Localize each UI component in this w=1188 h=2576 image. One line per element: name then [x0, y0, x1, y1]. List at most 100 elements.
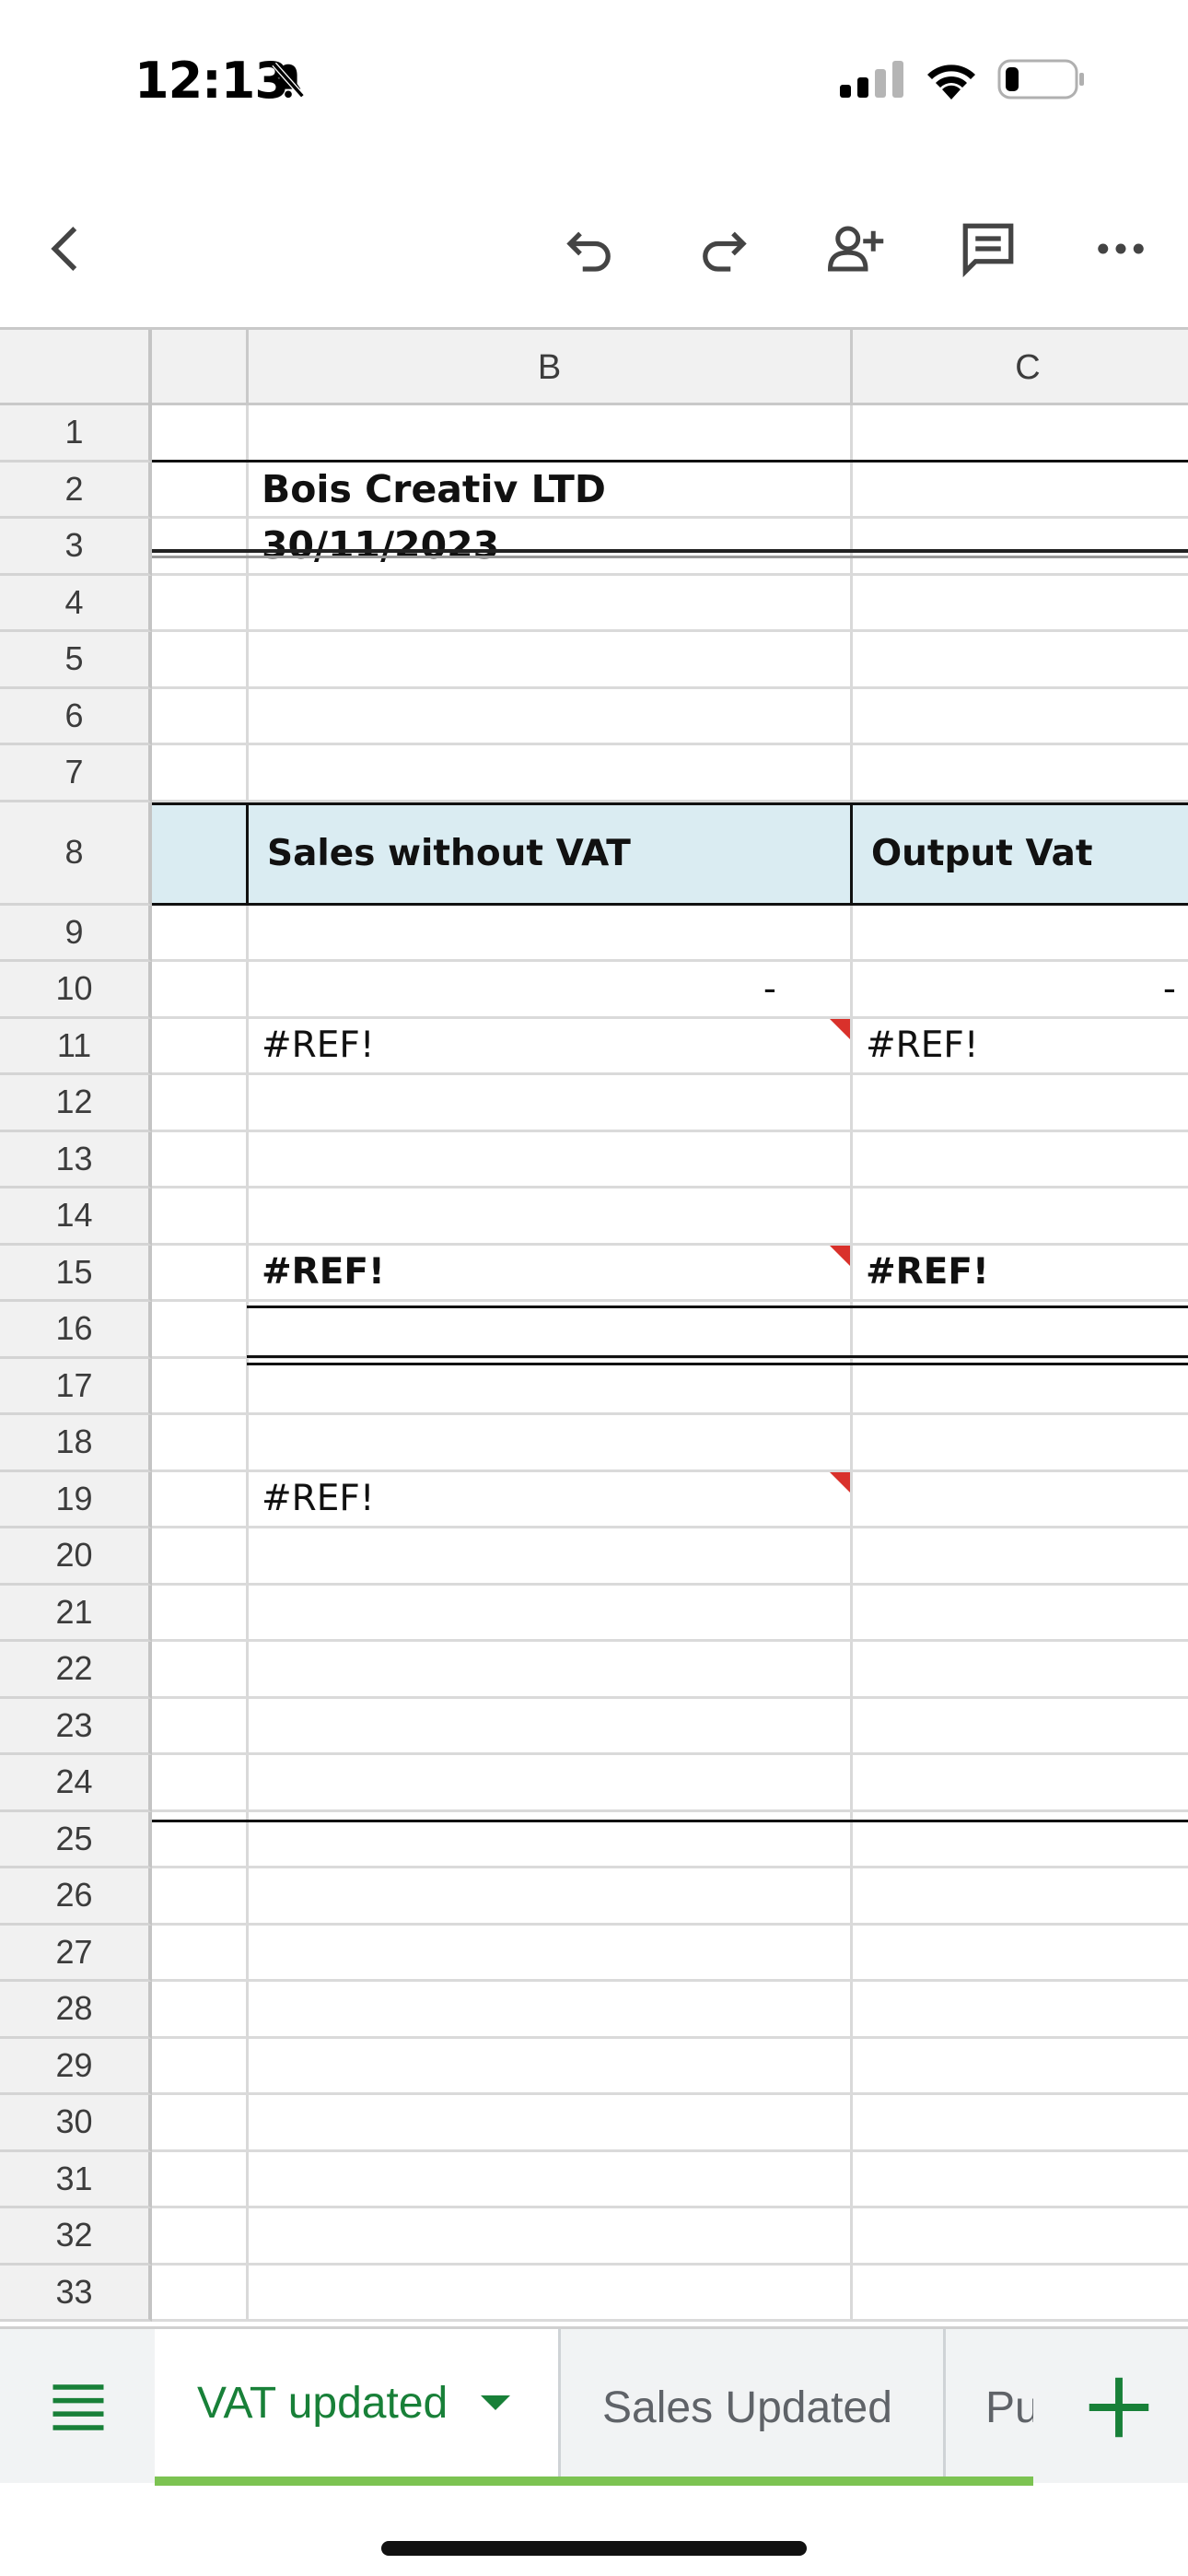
column-header-a[interactable] — [152, 330, 249, 405]
cell-c28[interactable] — [853, 1982, 1188, 2039]
cell-c2[interactable] — [853, 463, 1188, 519]
cell-c31[interactable] — [853, 2152, 1188, 2208]
row-number[interactable]: 30 — [0, 2095, 152, 2152]
cell-a7[interactable] — [152, 745, 249, 802]
cell-c3[interactable] — [853, 519, 1188, 576]
cell-c1[interactable] — [853, 405, 1188, 463]
cell-c29[interactable] — [853, 2039, 1188, 2095]
cell-b4[interactable] — [249, 575, 853, 632]
cell-b29[interactable] — [249, 2038, 853, 2095]
cell-b15[interactable]: #REF! — [249, 1245, 853, 1302]
row-number[interactable]: 10 — [0, 962, 152, 1019]
cell-b20[interactable] — [249, 1528, 853, 1586]
row-number[interactable]: 21 — [0, 1585, 152, 1642]
cell-a2[interactable] — [152, 462, 249, 519]
cell-a24[interactable] — [152, 1755, 249, 1812]
cell-b26[interactable] — [249, 1868, 853, 1926]
row-number[interactable]: 26 — [0, 1868, 152, 1926]
row-number[interactable]: 9 — [0, 905, 152, 962]
undo-button[interactable] — [549, 198, 632, 299]
cell-b12[interactable] — [249, 1075, 853, 1132]
cell-a17[interactable] — [152, 1358, 249, 1415]
row-number[interactable]: 1 — [0, 405, 152, 463]
row-number[interactable]: 31 — [0, 2151, 152, 2208]
cell-a19[interactable] — [152, 1471, 249, 1528]
cell-a18[interactable] — [152, 1415, 249, 1472]
back-button[interactable] — [26, 198, 109, 299]
cell-c18[interactable] — [853, 1415, 1188, 1472]
row-number[interactable]: 8 — [0, 802, 152, 906]
cell-a15[interactable] — [152, 1245, 249, 1302]
row-number[interactable]: 29 — [0, 2038, 152, 2095]
cell-a1[interactable] — [152, 405, 249, 463]
cell-c12[interactable] — [853, 1075, 1188, 1132]
cell-c15[interactable]: #REF! — [853, 1246, 1188, 1302]
cell-c32[interactable] — [853, 2208, 1188, 2266]
tab-dropdown-icon[interactable] — [481, 2395, 511, 2410]
cell-b30[interactable] — [249, 2095, 853, 2152]
cell-b19[interactable]: #REF! — [249, 1471, 853, 1528]
cell-c20[interactable] — [853, 1528, 1188, 1586]
cell-b16[interactable] — [249, 1302, 853, 1359]
cell-c22[interactable] — [853, 1642, 1188, 1699]
cell-c21[interactable] — [853, 1586, 1188, 1642]
comment-indicator[interactable] — [830, 1245, 850, 1266]
redo-button[interactable] — [681, 198, 764, 299]
cell-b32[interactable] — [249, 2208, 853, 2266]
spreadsheet-grid[interactable]: B C 1 2 Bois Creativ LTD 3 30/11/2023 4 5 6 7 8 Sa… — [0, 327, 1188, 2326]
cell-b22[interactable] — [249, 1642, 853, 1699]
row-number[interactable]: 33 — [0, 2265, 152, 2322]
add-sheet-icon[interactable] — [1079, 2368, 1159, 2447]
cell-c30[interactable] — [853, 2095, 1188, 2152]
row-number[interactable]: 24 — [0, 1755, 152, 1812]
row-number[interactable]: 4 — [0, 575, 152, 632]
cell-c7[interactable] — [853, 745, 1188, 802]
row-number[interactable]: 3 — [0, 519, 152, 576]
cell-c6[interactable] — [853, 689, 1188, 745]
cell-c16[interactable] — [853, 1302, 1188, 1359]
comment-indicator[interactable] — [830, 1018, 850, 1039]
cell-a27[interactable] — [152, 1925, 249, 1982]
row-number[interactable]: 22 — [0, 1642, 152, 1699]
cell-b17[interactable] — [249, 1358, 853, 1415]
row-number[interactable]: 28 — [0, 1982, 152, 2039]
cell-c27[interactable] — [853, 1926, 1188, 1982]
cell-c26[interactable] — [853, 1868, 1188, 1926]
cell-b11[interactable]: #REF! — [249, 1018, 853, 1075]
cell-b24[interactable] — [249, 1755, 853, 1812]
cell-a8[interactable] — [152, 802, 249, 906]
select-all-corner[interactable] — [0, 330, 152, 405]
cell-b6[interactable] — [249, 688, 853, 745]
cell-b10[interactable]: - — [249, 962, 853, 1019]
row-number[interactable]: 17 — [0, 1358, 152, 1415]
cell-a11[interactable] — [152, 1018, 249, 1075]
row-number[interactable]: 6 — [0, 688, 152, 745]
cell-a26[interactable] — [152, 1868, 249, 1926]
row-number[interactable]: 15 — [0, 1245, 152, 1302]
cell-a33[interactable] — [152, 2265, 249, 2322]
column-header-c[interactable]: C — [853, 330, 1188, 405]
cell-a23[interactable] — [152, 1698, 249, 1755]
cell-b8[interactable]: Sales without VAT — [249, 802, 853, 906]
cell-c10[interactable]: - — [853, 962, 1188, 1019]
cell-b7[interactable] — [249, 745, 853, 802]
cell-a31[interactable] — [152, 2151, 249, 2208]
cell-a9[interactable] — [152, 905, 249, 962]
all-sheets-menu-icon[interactable] — [46, 2377, 111, 2438]
share-button[interactable] — [814, 198, 897, 299]
cell-b18[interactable] — [249, 1415, 853, 1472]
cell-c13[interactable] — [853, 1132, 1188, 1188]
cell-a10[interactable] — [152, 962, 249, 1019]
row-number[interactable]: 14 — [0, 1188, 152, 1246]
cell-c4[interactable] — [853, 576, 1188, 632]
cell-b9[interactable] — [249, 905, 853, 962]
row-number[interactable]: 7 — [0, 745, 152, 802]
cell-c24[interactable] — [853, 1755, 1188, 1812]
cell-b21[interactable] — [249, 1585, 853, 1642]
cell-c9[interactable] — [853, 906, 1188, 962]
more-options-button[interactable] — [1079, 198, 1162, 299]
row-number[interactable]: 18 — [0, 1415, 152, 1472]
row-number[interactable]: 11 — [0, 1018, 152, 1075]
cell-a28[interactable] — [152, 1982, 249, 2039]
row-number[interactable]: 23 — [0, 1698, 152, 1755]
